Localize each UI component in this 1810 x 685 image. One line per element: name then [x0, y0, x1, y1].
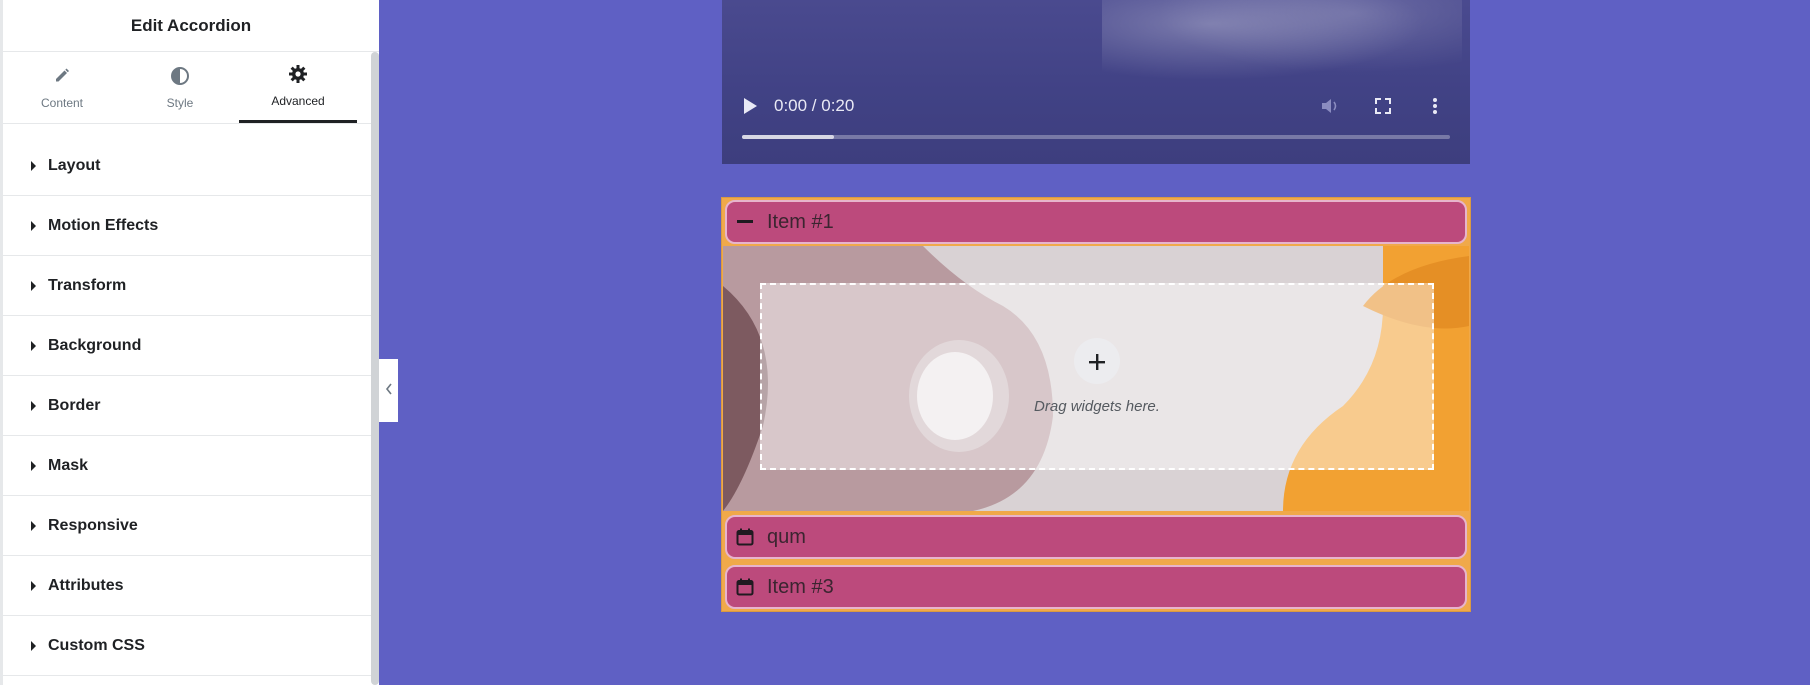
caret-right-icon	[31, 280, 36, 291]
minus-icon	[735, 212, 755, 232]
chevron-left-icon	[385, 383, 393, 398]
pencil-icon	[52, 66, 72, 89]
section-label: Border	[48, 396, 101, 414]
panel-tabs: Content Style Advanced	[3, 52, 379, 124]
caret-right-icon	[31, 340, 36, 351]
section-layout[interactable]: Layout	[3, 136, 379, 196]
tab-content[interactable]: Content	[3, 52, 121, 123]
caret-right-icon	[31, 220, 36, 231]
volume-icon[interactable]	[1318, 93, 1344, 119]
tab-advanced[interactable]: Advanced	[239, 52, 357, 123]
dropzone-text: Drag widgets here.	[1034, 398, 1160, 415]
section-mask[interactable]: Mask	[3, 436, 379, 496]
more-options-icon[interactable]	[1422, 93, 1448, 119]
video-time: 0:00 / 0:20	[774, 96, 855, 115]
accordion-item-1-content: Drag widgets here.	[723, 246, 1469, 511]
editor-panel: Edit Accordion Content Style Advanced La…	[0, 0, 379, 685]
caret-right-icon	[31, 580, 36, 591]
video-progress-bar[interactable]	[742, 135, 1450, 139]
section-border[interactable]: Border	[3, 376, 379, 436]
section-list: Layout Motion Effects Transform Backgrou…	[3, 136, 379, 676]
tab-content-label: Content	[40, 95, 84, 110]
section-label: Background	[48, 336, 142, 354]
caret-right-icon	[31, 460, 36, 471]
widget-dropzone[interactable]: Drag widgets here.	[760, 283, 1434, 470]
video-player[interactable]: 0:00 / 0:20	[722, 0, 1470, 164]
section-transform[interactable]: Transform	[3, 256, 379, 316]
gear-icon	[288, 64, 308, 87]
section-custom-css[interactable]: Custom CSS	[3, 616, 379, 676]
section-motion-effects[interactable]: Motion Effects	[3, 196, 379, 256]
collapse-panel-button[interactable]	[379, 359, 398, 422]
panel-scrollbar[interactable]	[371, 52, 379, 685]
section-background[interactable]: Background	[3, 316, 379, 376]
caret-right-icon	[31, 520, 36, 531]
accordion-widget: Item #1 Drag widgets here. qum Item #3	[721, 197, 1471, 612]
video-frame	[1102, 0, 1462, 90]
contrast-icon	[170, 66, 190, 89]
accordion-item-3[interactable]: Item #3	[725, 565, 1467, 609]
play-icon[interactable]	[744, 98, 757, 114]
section-label: Transform	[48, 276, 127, 294]
caret-right-icon	[31, 640, 36, 651]
section-label: Motion Effects	[48, 216, 159, 234]
plus-icon	[1089, 346, 1105, 377]
caret-right-icon	[31, 160, 36, 171]
section-label: Responsive	[48, 516, 138, 534]
accordion-item-title: qum	[767, 525, 806, 548]
accordion-item-title: Item #1	[767, 210, 834, 233]
accordion-item-1[interactable]: Item #1	[725, 200, 1467, 244]
calendar-icon	[735, 527, 755, 547]
section-responsive[interactable]: Responsive	[3, 496, 379, 556]
section-label: Custom CSS	[48, 636, 145, 654]
tab-style[interactable]: Style	[121, 52, 239, 123]
accordion-item-2[interactable]: qum	[725, 515, 1467, 559]
section-label: Layout	[48, 156, 101, 174]
panel-title: Edit Accordion	[130, 15, 252, 35]
accordion-item-title: Item #3	[767, 575, 834, 598]
fullscreen-icon[interactable]	[1370, 93, 1396, 119]
caret-right-icon	[31, 400, 36, 411]
video-controls: 0:00 / 0:20	[722, 88, 1470, 124]
add-widget-button[interactable]	[1074, 338, 1120, 384]
section-label: Attributes	[48, 576, 124, 594]
section-attributes[interactable]: Attributes	[3, 556, 379, 616]
video-progress-fill	[742, 135, 835, 139]
tab-style-label: Style	[166, 95, 194, 110]
panel-header: Edit Accordion	[3, 0, 379, 52]
section-label: Mask	[48, 456, 89, 474]
tab-advanced-label: Advanced	[271, 94, 325, 108]
calendar-icon	[735, 577, 755, 597]
